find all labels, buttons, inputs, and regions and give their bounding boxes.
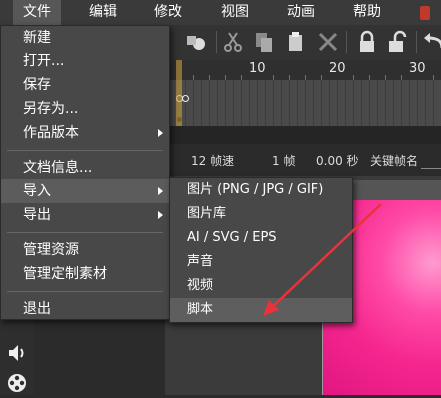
menu-item-project-version[interactable]: 作品版本 <box>1 121 169 145</box>
left-tool-panel <box>0 320 34 395</box>
submenu-item-image[interactable]: 图片 (PNG / JPG / GIF) <box>170 178 352 202</box>
menu-edit[interactable]: 编辑 <box>79 0 127 25</box>
annotation-arrow-icon <box>263 203 382 316</box>
keyframe-marker[interactable] <box>182 95 189 102</box>
menu-item-save-as[interactable]: 另存为... <box>1 97 169 121</box>
delete-icon[interactable] <box>316 30 340 54</box>
file-menu: 新建 打开... 保存 另存为... 作品版本 文档信息... 导入 导出 管理… <box>0 25 170 320</box>
menu-view[interactable]: 视图 <box>211 0 259 25</box>
paste-icon[interactable] <box>284 30 308 54</box>
submenu-arrow-icon <box>158 187 163 195</box>
ruler-label: 10 <box>249 61 266 76</box>
film-reel-icon[interactable] <box>6 372 28 394</box>
ruler-label: 30 <box>409 61 426 76</box>
fps-readout: 12 帧速 <box>191 154 235 168</box>
timeline-status: 12 帧速 1 帧 0.00 秒 关键帧名 <box>165 146 441 177</box>
menu-item-label: 导出 <box>23 207 51 223</box>
menu-divider <box>7 232 163 233</box>
keyframe-name-field[interactable] <box>421 168 441 169</box>
time-readout: 0.00 秒 <box>316 154 359 168</box>
menu-item-exit[interactable]: 退出 <box>1 297 169 321</box>
menu-item-open[interactable]: 打开... <box>1 49 169 73</box>
menu-item-label: 作品版本 <box>23 125 79 141</box>
menu-help[interactable]: 帮助 <box>343 0 391 25</box>
ruler-label: 20 <box>329 61 346 76</box>
menu-item-export[interactable]: 导出 <box>1 203 169 227</box>
submenu-arrow-icon <box>158 211 163 219</box>
menu-item-manage-custom-assets[interactable]: 管理定制素材 <box>1 262 169 286</box>
menu-divider <box>7 291 163 292</box>
unlock-icon[interactable] <box>386 30 410 54</box>
menu-item-document-info[interactable]: 文档信息... <box>1 156 169 180</box>
menu-animation[interactable]: 动画 <box>277 0 325 25</box>
frame-readout: 1 帧 <box>272 154 296 168</box>
timeline-ruler: 10 20 30 <box>165 60 441 81</box>
app-logo-icon <box>420 6 430 20</box>
menu-divider <box>7 150 163 151</box>
copy-icon[interactable] <box>252 30 276 54</box>
undo-icon[interactable] <box>422 30 441 54</box>
keyframe-name-label: 关键帧名 <box>370 154 419 168</box>
submenu-arrow-icon <box>158 129 163 137</box>
timeline-scrollbar[interactable] <box>165 126 441 144</box>
menu-item-save[interactable]: 保存 <box>1 73 169 97</box>
timeline-frames[interactable] <box>165 80 441 126</box>
lock-icon[interactable] <box>355 30 379 54</box>
menu-item-new[interactable]: 新建 <box>1 26 169 50</box>
menu-file[interactable]: 文件 <box>13 0 61 25</box>
cut-icon[interactable] <box>221 30 245 54</box>
menu-modify[interactable]: 修改 <box>144 0 192 25</box>
playhead[interactable] <box>176 60 182 126</box>
menu-item-label: 导入 <box>23 183 51 199</box>
menu-bar: 文件 编辑 修改 视图 动画 帮助 <box>0 0 441 26</box>
menu-item-import[interactable]: 导入 <box>1 179 169 203</box>
sound-icon[interactable] <box>6 342 28 364</box>
menu-item-manage-resources[interactable]: 管理资源 <box>1 238 169 262</box>
shape-icon[interactable] <box>184 30 208 54</box>
